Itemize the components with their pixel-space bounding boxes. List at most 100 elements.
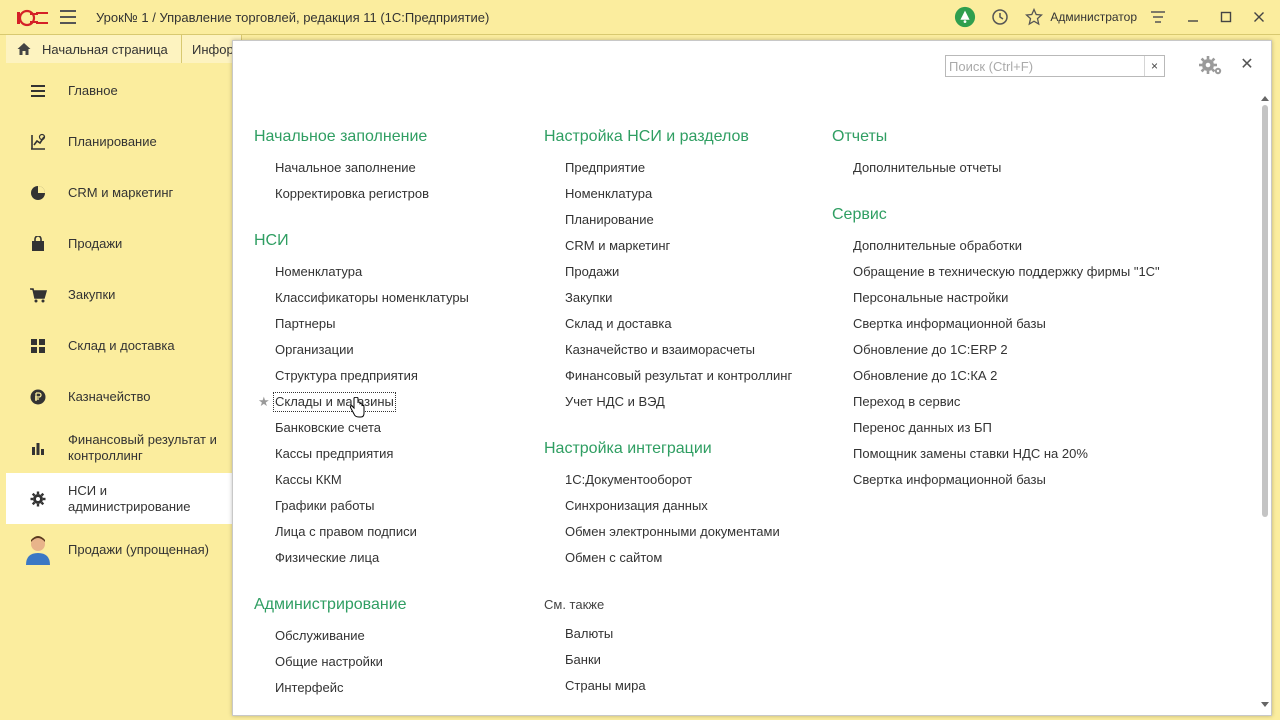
sidebar-item-main[interactable]: Главное [6, 65, 232, 116]
section-title: НСИ [254, 232, 289, 249]
section-title: Администрирование [254, 596, 407, 613]
minimize-icon[interactable] [1182, 6, 1204, 28]
clear-search-icon[interactable]: × [1144, 56, 1164, 76]
sidebar-item-planning[interactable]: Планирование [6, 116, 232, 167]
sidebar-item-label: Склад и доставка [68, 337, 175, 353]
menu-link[interactable]: Обмен с сайтом [565, 549, 662, 567]
warehouse-icon [28, 336, 48, 356]
menu-link[interactable]: Учет НДС и ВЭД [565, 393, 665, 411]
menu-link[interactable]: Финансовый результат и контроллинг [565, 367, 792, 385]
sidebar-item-label: Закупки [68, 286, 116, 302]
scroll-down-arrow-icon[interactable] [1260, 701, 1270, 709]
sidebar-item-crm[interactable]: CRM и маркетинг [6, 167, 232, 218]
menu-link[interactable]: Организации [275, 341, 354, 359]
menu-link[interactable]: Обновление до 1С:ERP 2 [853, 341, 1008, 359]
ruble-coin-icon [28, 387, 48, 407]
maximize-icon[interactable] [1215, 6, 1237, 28]
sidebar-item-label: НСИ и администрирование [68, 482, 191, 514]
menu-link[interactable]: Лица с правом подписи [275, 523, 417, 541]
see-also-title: См. также [544, 597, 605, 612]
settings-menu-icon[interactable] [1147, 6, 1169, 28]
menu-link[interactable]: Корректировка регистров [275, 185, 429, 203]
home-icon [17, 43, 31, 55]
sidebar-item-purchases[interactable]: Закупки [6, 269, 232, 320]
sidebar-item-warehouse[interactable]: Склад и доставка [6, 320, 232, 371]
sidebar-item-nsi-admin[interactable]: НСИ и администрирование [6, 473, 232, 524]
menu-link[interactable]: Склад и доставка [565, 315, 672, 333]
section-title: Настройка НСИ и разделов [544, 128, 749, 145]
menu-link[interactable]: Кассы предприятия [275, 445, 393, 463]
history-icon[interactable] [989, 6, 1011, 28]
notification-bell-icon[interactable] [954, 6, 976, 28]
menu-link[interactable]: Начальное заполнение [275, 159, 416, 177]
sidebar-item-finance[interactable]: Финансовый результат и контроллинг [6, 422, 232, 473]
search-box: × [945, 55, 1165, 77]
menu-link[interactable]: Банки [565, 651, 601, 669]
favorites-star-icon[interactable] [1023, 6, 1045, 28]
menu-link[interactable]: 1С:Документооборот [565, 471, 692, 489]
menu-link[interactable]: Интерфейс [275, 679, 343, 697]
menu-link[interactable]: Дополнительные обработки [853, 237, 1022, 255]
close-window-icon[interactable] [1248, 6, 1270, 28]
menu-link[interactable]: Свертка информационной базы [853, 315, 1046, 333]
section-title: Настройка интеграции [544, 440, 712, 457]
menu-link[interactable]: Номенклатура [565, 185, 652, 203]
scrollbar-thumb[interactable] [1262, 105, 1268, 517]
section-title: Начальное заполнение [254, 128, 428, 145]
menu-link[interactable]: Классификаторы номенклатуры [275, 289, 469, 307]
menu-link[interactable]: Продажи [565, 263, 619, 281]
bar-chart-icon [28, 438, 48, 458]
sidebar-item-treasury[interactable]: Казначейство [6, 371, 232, 422]
menu-link[interactable]: Синхронизация данных [565, 497, 708, 515]
1c-logo-icon [17, 9, 48, 27]
menu-link[interactable]: Структура предприятия [275, 367, 418, 385]
menu-link[interactable]: Обслуживание [275, 627, 365, 645]
menu-link[interactable]: CRM и маркетинг [565, 237, 670, 255]
pie-chart-icon [28, 183, 48, 203]
sidebar-item-sales[interactable]: Продажи [6, 218, 232, 269]
menu-link[interactable]: Переход в сервис [853, 393, 960, 411]
menu-link[interactable]: Планирование [565, 211, 654, 229]
menu-link[interactable]: Графики работы [275, 497, 374, 515]
menu-link[interactable]: Обращение в техническую поддержку фирмы … [853, 263, 1160, 281]
main-menu-icon[interactable] [60, 10, 76, 24]
menu-link[interactable]: Банковские счета [275, 419, 381, 437]
menu-link[interactable]: Страны мира [565, 677, 646, 695]
vertical-scrollbar[interactable] [1260, 101, 1270, 715]
menu-link[interactable]: Обмен электронными документами [565, 523, 780, 541]
favorite-star-icon[interactable]: ★ [258, 394, 270, 410]
menu-link[interactable]: Физические лица [275, 549, 379, 567]
user-name[interactable]: Администратор [1050, 10, 1137, 24]
list-icon [28, 81, 48, 101]
hand-cursor-icon [349, 397, 365, 418]
menu-link[interactable]: Помощник замены ставки НДС на 20% [853, 445, 1088, 463]
menu-link[interactable]: Предприятие [565, 159, 645, 177]
settings-gear-icon[interactable] [1198, 55, 1224, 77]
menu-link[interactable]: Перенос данных из БП [853, 419, 992, 437]
close-panel-icon[interactable]: ✕ [1239, 56, 1255, 74]
function-menu-panel: × ✕ Начальное заполнение Начальное запол… [232, 40, 1272, 716]
menu-link[interactable]: Дополнительные отчеты [853, 159, 1001, 177]
tab-home[interactable]: Начальная страница [6, 35, 182, 63]
shopping-bag-icon [28, 234, 48, 254]
menu-link[interactable]: Партнеры [275, 315, 335, 333]
menu-link[interactable]: Номенклатура [275, 263, 362, 281]
title-bar: Урок№ 1 / Управление торговлей, редакция… [0, 0, 1280, 35]
sidebar-item-sales-simple[interactable]: Продажи (упрощенная) [6, 524, 232, 575]
section-title: Отчеты [832, 128, 888, 145]
planning-icon [28, 132, 48, 152]
sidebar-item-label: Финансовый результат и контроллинг [68, 431, 217, 463]
tab-home-label: Начальная страница [42, 41, 168, 57]
menu-link[interactable]: Общие настройки [275, 653, 383, 671]
gear-icon [28, 489, 48, 509]
menu-link[interactable]: Свертка информационной базы [853, 471, 1046, 489]
menu-link[interactable]: Валюты [565, 625, 613, 643]
cart-icon [28, 285, 48, 305]
menu-link[interactable]: Персональные настройки [853, 289, 1008, 307]
search-input[interactable] [946, 56, 1142, 76]
menu-link[interactable]: Закупки [565, 289, 612, 307]
menu-link[interactable]: Обновление до 1С:КА 2 [853, 367, 997, 385]
menu-link[interactable]: Казначейство и взаиморасчеты [565, 341, 755, 359]
menu-link-focused[interactable]: Склады и магазины [273, 392, 396, 412]
menu-link[interactable]: Кассы ККМ [275, 471, 342, 489]
